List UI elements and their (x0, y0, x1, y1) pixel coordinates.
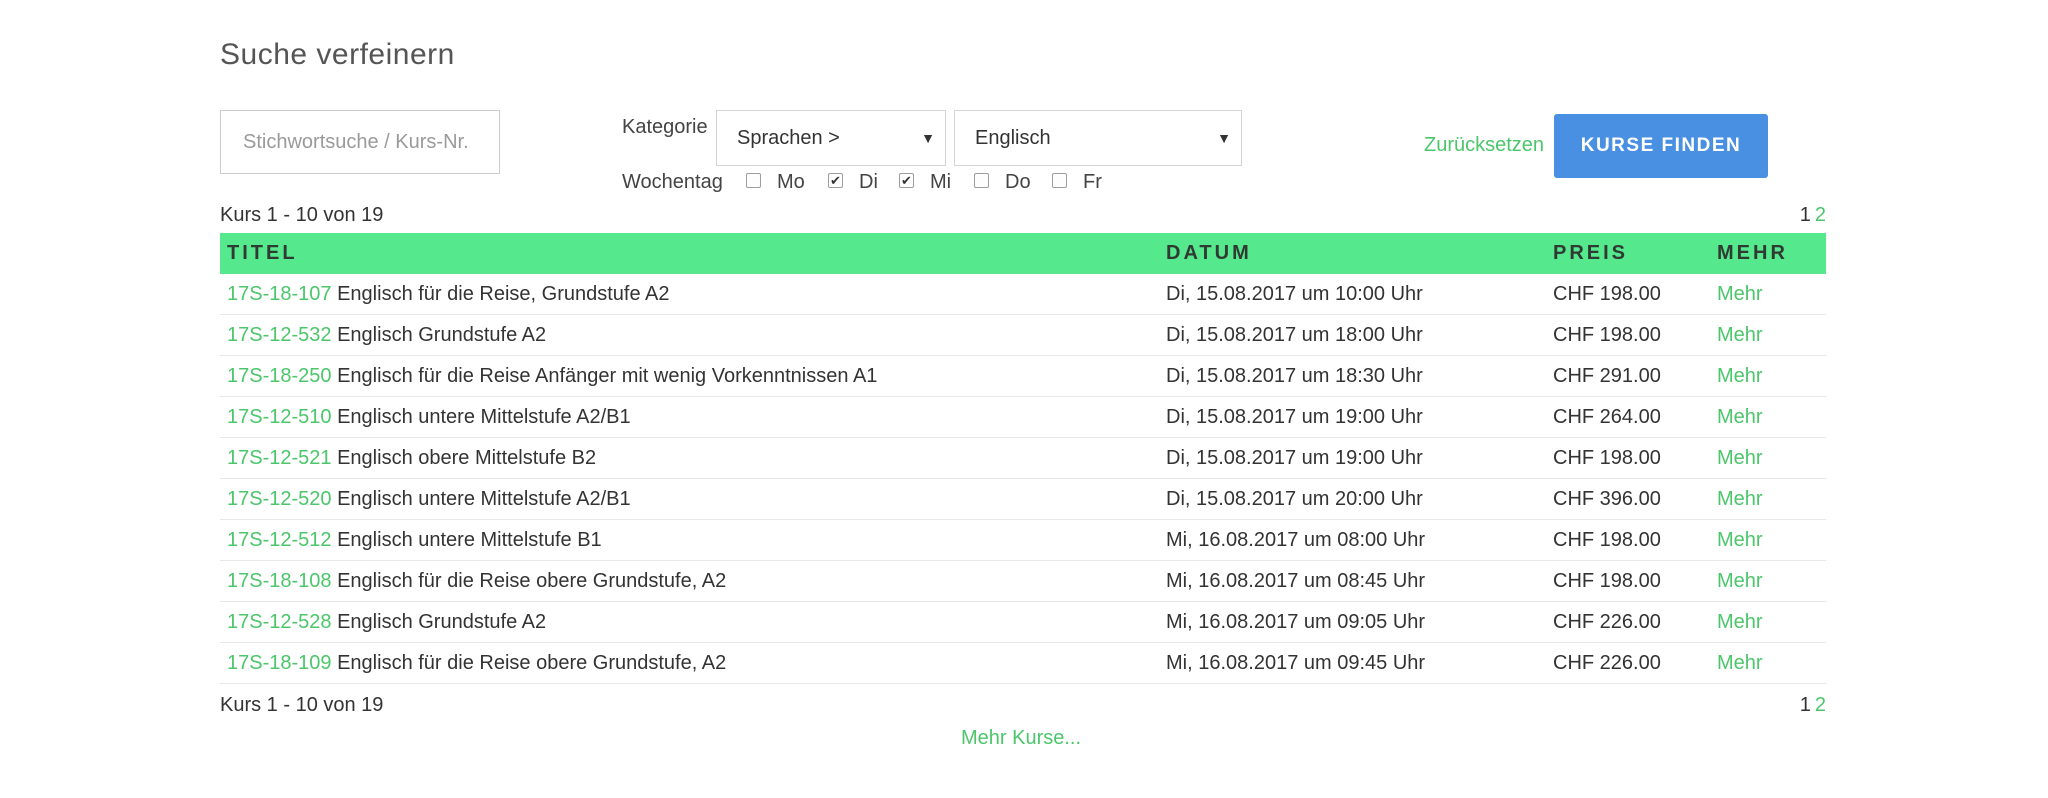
course-code-link[interactable]: 17S-12-528 (227, 611, 332, 633)
result-count: Kurs 1 - 10 von 19 (220, 204, 384, 226)
course-table-body: 17S-18-107 Englisch für die Reise, Grund… (220, 274, 1826, 684)
course-price: CHF 264.00 (1553, 406, 1661, 428)
check-icon: ✔ (830, 173, 841, 188)
course-code-link[interactable]: 17S-12-512 (227, 529, 332, 551)
result-count-bottom: Kurs 1 - 10 von 19 (220, 694, 384, 716)
course-date: Di, 15.08.2017 um 19:00 Uhr (1166, 406, 1423, 428)
more-link[interactable]: Mehr (1717, 520, 1763, 561)
pagination-bottom: 12 (1800, 694, 1826, 717)
search-input[interactable] (220, 110, 500, 174)
weekday-checkbox-mo[interactable] (746, 173, 761, 188)
course-price: CHF 198.00 (1553, 447, 1661, 469)
weekday-checkbox-mi[interactable]: ✔ (899, 173, 914, 188)
more-link[interactable]: Mehr (1717, 356, 1763, 397)
course-price: CHF 198.00 (1553, 570, 1661, 592)
course-title: Englisch für die Reise obere Grundstufe,… (337, 570, 727, 592)
more-link[interactable]: Mehr (1717, 561, 1763, 602)
more-link[interactable]: Mehr (1717, 602, 1763, 643)
category-select[interactable]: Sprachen > ▼ (716, 110, 946, 166)
category-select-value: Sprachen > (737, 126, 840, 149)
course-code-link[interactable]: 17S-12-510 (227, 406, 332, 428)
subcategory-select-value: Englisch (975, 126, 1051, 149)
page-current: 1 (1799, 694, 1811, 716)
weekday-checkbox-fr[interactable] (1052, 173, 1067, 188)
weekday-checkbox-di[interactable]: ✔ (828, 173, 843, 188)
course-code-link[interactable]: 17S-12-532 (227, 324, 332, 346)
table-row: 17S-12-528 Englisch Grundstufe A2 Mi, 16… (220, 602, 1826, 643)
course-price: CHF 226.00 (1553, 611, 1661, 633)
page-link-2[interactable]: 2 (1815, 204, 1826, 226)
course-title: Englisch untere Mittelstufe A2/B1 (337, 406, 631, 428)
course-title: Englisch Grundstufe A2 (337, 324, 547, 346)
page-current: 1 (1799, 204, 1811, 226)
course-date: Di, 15.08.2017 um 10:00 Uhr (1166, 283, 1423, 305)
table-row: 17S-18-250 Englisch für die Reise Anfäng… (220, 356, 1826, 397)
course-code-link[interactable]: 17S-18-107 (227, 283, 332, 305)
pagination: 12 (1800, 204, 1826, 227)
column-header-price[interactable]: PREIS (1553, 233, 1628, 274)
course-title: Englisch untere Mittelstufe B1 (337, 529, 602, 551)
course-code-link[interactable]: 17S-18-108 (227, 570, 332, 592)
more-link[interactable]: Mehr (1717, 274, 1763, 315)
check-icon: ✔ (901, 173, 912, 188)
course-title: Englisch für die Reise obere Grundstufe,… (337, 652, 727, 674)
table-row: 17S-18-108 Englisch für die Reise obere … (220, 561, 1826, 602)
table-row: 17S-12-521 Englisch obere Mittelstufe B2… (220, 438, 1826, 479)
course-title: Englisch für die Reise Anfänger mit weni… (337, 365, 878, 387)
more-courses-link[interactable]: Mehr Kurse... (961, 727, 1081, 750)
course-code-link[interactable]: 17S-12-521 (227, 447, 332, 469)
subcategory-select[interactable]: Englisch ▼ (954, 110, 1242, 166)
table-row: 17S-12-520 Englisch untere Mittelstufe A… (220, 479, 1826, 520)
weekday-label-fr: Fr (1083, 171, 1102, 193)
course-price: CHF 198.00 (1553, 529, 1661, 551)
course-date: Mi, 16.08.2017 um 09:45 Uhr (1166, 652, 1426, 674)
course-date: Di, 15.08.2017 um 20:00 Uhr (1166, 488, 1423, 510)
course-price: CHF 396.00 (1553, 488, 1661, 510)
course-date: Mi, 16.08.2017 um 09:05 Uhr (1166, 611, 1426, 633)
weekday-label-mo: Mo (777, 171, 805, 193)
page-title: Suche verfeinern (220, 38, 455, 71)
table-header: TITEL DATUM PREIS MEHR (220, 233, 1826, 274)
course-date: Di, 15.08.2017 um 18:30 Uhr (1166, 365, 1423, 387)
weekday-label: Wochentag (622, 171, 723, 193)
table-row: 17S-12-510 Englisch untere Mittelstufe A… (220, 397, 1826, 438)
course-price: CHF 198.00 (1553, 283, 1661, 305)
course-code-link[interactable]: 17S-18-250 (227, 365, 332, 387)
table-row: 17S-12-512 Englisch untere Mittelstufe B… (220, 520, 1826, 561)
column-header-more: MEHR (1717, 242, 1788, 264)
course-price: CHF 291.00 (1553, 365, 1661, 387)
weekday-label-mi: Mi (930, 171, 952, 193)
weekday-checkbox-do[interactable] (974, 173, 989, 188)
course-price: CHF 226.00 (1553, 652, 1661, 674)
course-title: Englisch für die Reise, Grundstufe A2 (337, 283, 670, 305)
column-header-date[interactable]: DATUM (1166, 233, 1252, 274)
course-title: Englisch Grundstufe A2 (337, 611, 547, 633)
more-link[interactable]: Mehr (1717, 643, 1763, 684)
more-link[interactable]: Mehr (1717, 315, 1763, 356)
course-price: CHF 198.00 (1553, 324, 1661, 346)
course-title: Englisch untere Mittelstufe A2/B1 (337, 488, 631, 510)
more-link[interactable]: Mehr (1717, 438, 1763, 479)
course-date: Di, 15.08.2017 um 19:00 Uhr (1166, 447, 1423, 469)
table-row: 17S-12-532 Englisch Grundstufe A2 Di, 15… (220, 315, 1826, 356)
reset-link[interactable]: Zurücksetzen (1424, 134, 1544, 157)
course-code-link[interactable]: 17S-18-109 (227, 652, 332, 674)
more-link[interactable]: Mehr (1717, 479, 1763, 520)
course-date: Mi, 16.08.2017 um 08:45 Uhr (1166, 570, 1426, 592)
find-courses-button[interactable]: KURSE FINDEN (1554, 114, 1768, 178)
weekday-label-do: Do (1005, 171, 1031, 193)
table-row: 17S-18-109 Englisch für die Reise obere … (220, 643, 1826, 684)
table-row: 17S-18-107 Englisch für die Reise, Grund… (220, 274, 1826, 315)
category-label: Kategorie (622, 116, 708, 138)
course-date: Mi, 16.08.2017 um 08:00 Uhr (1166, 529, 1426, 551)
weekday-label-di: Di (859, 171, 878, 193)
course-date: Di, 15.08.2017 um 18:00 Uhr (1166, 324, 1423, 346)
chevron-down-icon: ▼ (1217, 130, 1231, 146)
column-header-title[interactable]: TITEL (227, 233, 298, 274)
more-link[interactable]: Mehr (1717, 397, 1763, 438)
page-link-2[interactable]: 2 (1815, 694, 1826, 716)
chevron-down-icon: ▼ (921, 130, 935, 146)
course-code-link[interactable]: 17S-12-520 (227, 488, 332, 510)
course-title: Englisch obere Mittelstufe B2 (337, 447, 597, 469)
